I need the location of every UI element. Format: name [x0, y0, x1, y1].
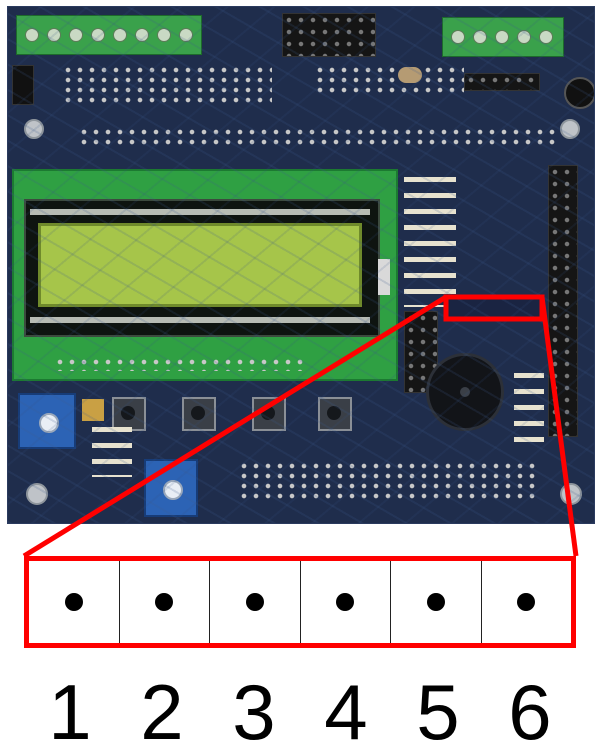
pin-cell-3 [210, 561, 301, 643]
pin-cell-1 [29, 561, 120, 643]
connector-pin-diagram [24, 556, 576, 648]
pin-cell-4 [301, 561, 391, 643]
pin-dot-icon [517, 593, 536, 611]
pin-number-4: 4 [324, 668, 368, 756]
pin-dot-icon [155, 593, 174, 611]
pin-dot-icon [245, 593, 264, 611]
callout-line-right [539, 296, 579, 557]
pin-number-1: 1 [48, 668, 92, 756]
pin-number-5: 5 [416, 668, 460, 756]
pin-cell-6 [482, 561, 572, 643]
pin-number-6: 6 [508, 668, 552, 756]
callout-line-left [22, 294, 448, 559]
pin-cell-2 [120, 561, 210, 643]
pin-dot-icon [64, 593, 83, 611]
pin-number-labels: 1 2 3 4 5 6 [24, 672, 576, 752]
pin-cell-5 [391, 561, 482, 643]
pin-dot-icon [336, 593, 355, 611]
connector-highlight-box [443, 294, 545, 322]
pin-dot-icon [426, 593, 445, 611]
pin-number-3: 3 [232, 668, 276, 756]
pin-number-2: 2 [140, 668, 184, 756]
